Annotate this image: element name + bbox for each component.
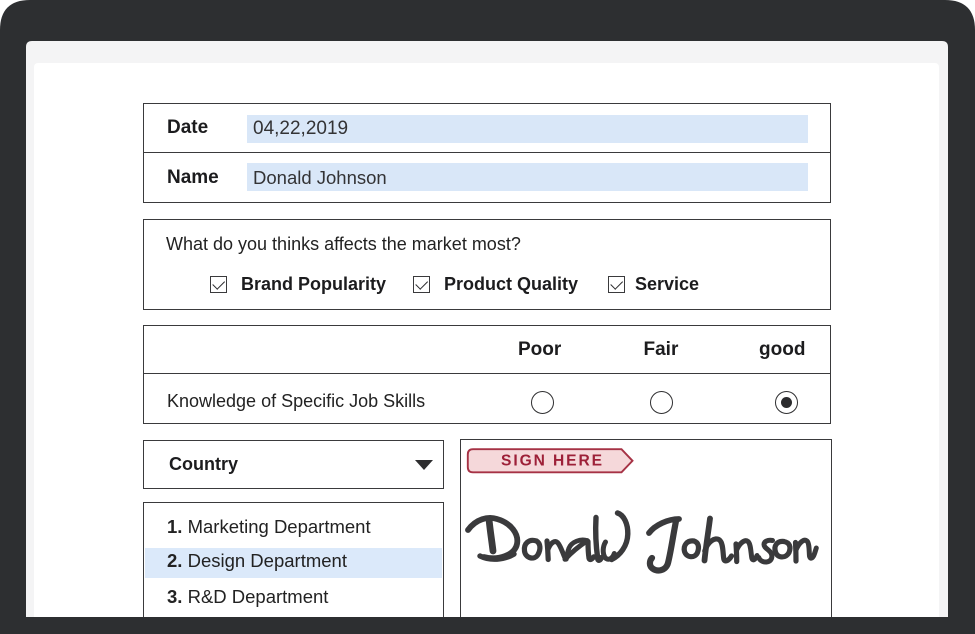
svg-text:SIGN HERE: SIGN HERE (501, 453, 604, 470)
